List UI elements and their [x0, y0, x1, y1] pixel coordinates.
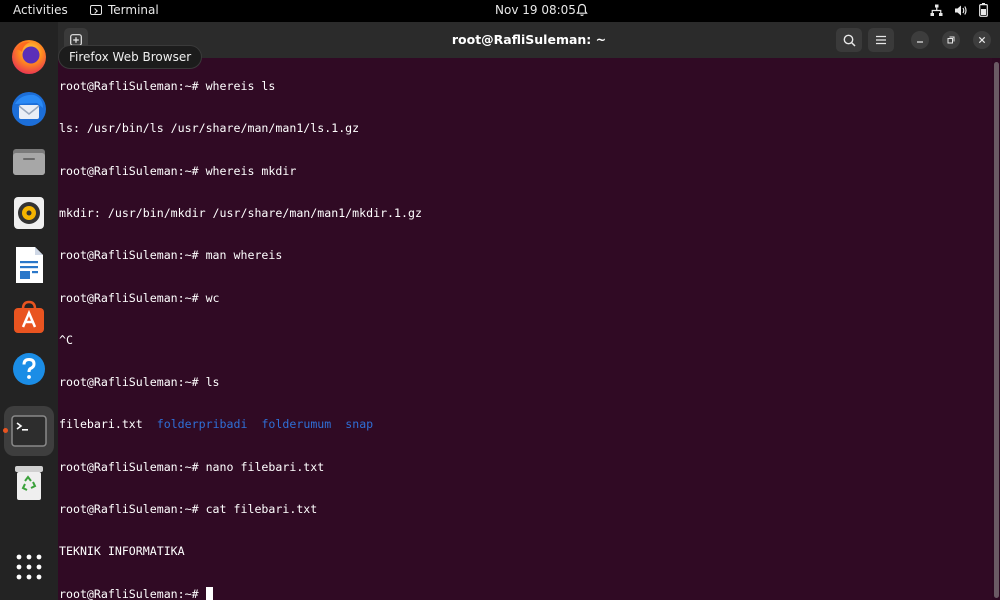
terminal-line: root@RafliSuleman:~# nano filebari.txt [59, 459, 325, 474]
dock-terminal[interactable] [4, 406, 54, 456]
volume-icon [955, 5, 967, 15]
terminal-line: root@RafliSuleman:~# ls [59, 375, 220, 390]
terminal-line: root@RafliSuleman:~# man whereis [59, 248, 283, 263]
prompt-line[interactable]: root@RafliSuleman:~# [59, 586, 992, 600]
terminal-line: mkdir: /usr/bin/mkdir /usr/share/man/man… [59, 206, 422, 221]
terminal-line: root@RafliSuleman:~# whereis ls [59, 79, 276, 94]
directory-entry: folderumum [261, 417, 332, 432]
directory-entry: snap [345, 417, 374, 432]
search-icon [843, 34, 856, 47]
terminal-line: TEKNIK INFORMATIKA [59, 544, 185, 559]
text-cursor [205, 586, 213, 600]
trash-icon [15, 466, 43, 500]
terminal-window[interactable]: root@RafliSuleman: ~ root@RafliSuleman:~… [58, 22, 1000, 600]
app-menu-label: Terminal [108, 3, 159, 17]
dock-trash[interactable] [4, 458, 54, 508]
dock-app-center[interactable] [4, 292, 54, 342]
clock[interactable]: Nov 19 08:05 [495, 3, 576, 17]
restore-button[interactable] [942, 31, 960, 49]
dock-thunderbird[interactable] [4, 84, 54, 134]
thunderbird-icon [12, 92, 46, 126]
writer-document-icon [16, 247, 43, 283]
ls-output-line: filebari.txt folderpribadi folderumum sn… [59, 417, 992, 431]
terminal-output[interactable]: root@RafliSuleman:~# whereis ls ls: /usr… [58, 58, 992, 600]
dock-help[interactable] [4, 344, 54, 394]
shell-prompt: root@RafliSuleman:~# [59, 586, 206, 600]
top-bar: Activities Terminal Nov 19 08:05 [0, 0, 1000, 22]
hamburger-menu-icon [876, 35, 886, 45]
terminal-line: ^C [59, 332, 73, 347]
battery-icon [979, 3, 988, 17]
terminal-line: ls: /usr/bin/ls /usr/share/man/man1/ls.1… [59, 121, 360, 136]
dock-firefox[interactable] [4, 32, 54, 82]
files-folder-icon [13, 149, 45, 175]
close-button[interactable] [973, 31, 991, 49]
dock-files[interactable] [4, 136, 54, 186]
directory-entry: folderpribadi [156, 417, 248, 432]
app-center-bag-icon [14, 300, 44, 333]
minimize-button[interactable] [911, 31, 929, 49]
scrollbar-thumb[interactable] [994, 62, 999, 598]
close-icon [978, 36, 986, 44]
dock-libreoffice-writer[interactable] [4, 240, 54, 290]
scrollbar[interactable] [992, 58, 1000, 600]
app-menu[interactable]: Terminal [90, 3, 159, 17]
minimize-icon [917, 41, 923, 43]
terminal-line: root@RafliSuleman:~# wc [59, 290, 220, 305]
terminal-icon [11, 415, 47, 447]
network-icon [930, 4, 943, 16]
firefox-icon [12, 40, 46, 74]
search-button[interactable] [836, 28, 862, 52]
help-icon [13, 353, 45, 385]
terminal-line: root@RafliSuleman:~# whereis mkdir [59, 163, 297, 178]
restore-icon [947, 36, 955, 44]
show-apps-grid-icon [16, 554, 42, 580]
rhythmbox-speaker-icon [14, 197, 44, 229]
alarm-icon [576, 3, 588, 16]
system-tray[interactable] [930, 3, 988, 17]
file-entry: filebari.txt [59, 417, 143, 432]
dock-tooltip: Firefox Web Browser [58, 45, 203, 69]
terminal-running-indicator [3, 428, 8, 433]
terminal-small-icon [90, 5, 102, 15]
dock-rhythmbox[interactable] [4, 188, 54, 238]
dock-show-apps[interactable] [4, 542, 54, 592]
terminal-line: root@RafliSuleman:~# cat filebari.txt [59, 502, 318, 516]
activities-button[interactable]: Activities [13, 3, 68, 17]
menu-button[interactable] [868, 28, 894, 52]
dock [0, 22, 58, 600]
